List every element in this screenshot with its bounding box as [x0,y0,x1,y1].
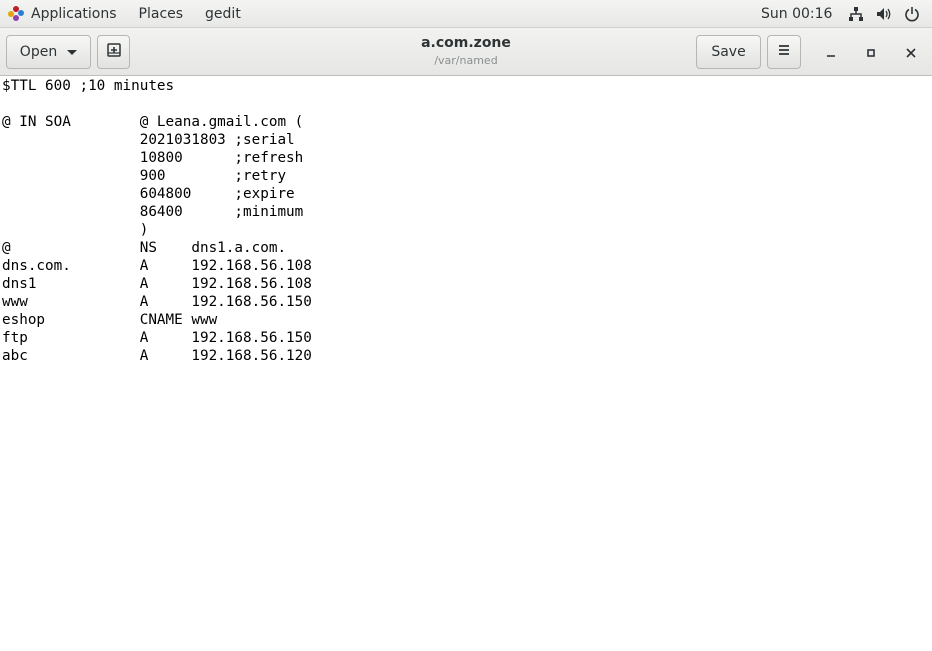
document-title: a.com.zone [421,35,511,51]
places-menu[interactable]: Places [128,0,195,28]
clock[interactable]: Sun 00:16 [761,0,832,28]
editor-line: 2021031803 ;serial [2,132,295,148]
gnome-foot-icon [8,5,24,22]
open-button[interactable]: Open [6,35,91,69]
editor-line: 900 ;retry [2,168,287,184]
editor-line: 604800 ;expire [2,186,295,202]
editor-line: ftp A 192.168.56.150 [2,330,312,346]
power-icon [898,0,926,28]
editor-line: www A 192.168.56.150 [2,294,312,310]
applications-menu[interactable]: Applications [0,0,128,28]
editor-line: @ IN SOA @ Leana.gmail.com ( [2,114,304,130]
editor-line: 86400 ;minimum [2,204,304,220]
places-label: Places [138,5,184,22]
close-icon [906,43,916,62]
hamburger-menu-button[interactable] [767,35,801,69]
top-panel: Applications Places gedit Sun 00:16 [0,0,932,28]
applications-label: Applications [31,5,117,22]
app-menu-label: gedit [205,5,241,22]
maximize-icon [866,43,876,62]
document-title-block: a.com.zone /var/named [366,35,566,67]
editor-line: @ NS dns1.a.com. [2,240,287,256]
chevron-down-icon [67,44,78,60]
new-tab-icon [106,42,122,62]
maximize-button[interactable] [859,41,883,63]
open-button-label: Open [19,44,58,60]
editor-line: $TTL 600 ;10 minutes [2,78,175,94]
clock-label: Sun 00:16 [761,6,833,22]
minimize-button[interactable] [819,41,843,63]
editor-line: dns.com. A 192.168.56.108 [2,258,312,274]
close-button[interactable] [899,41,923,63]
save-button[interactable]: Save [696,35,761,69]
system-tray[interactable] [842,0,932,28]
header-bar: Open a.com.zone /var/named Save [0,28,932,76]
editor-line: ) [2,222,149,238]
editor-line: 10800 ;refresh [2,150,304,166]
save-button-label: Save [711,44,746,60]
network-icon [842,0,870,28]
editor-line: eshop CNAME www [2,312,218,328]
app-menu[interactable]: gedit [194,0,252,28]
hamburger-icon [778,44,790,60]
volume-icon [870,0,898,28]
minimize-icon [826,43,836,62]
new-document-button[interactable] [97,35,130,69]
editor-line: abc A 192.168.56.120 [2,348,312,364]
text-editor[interactable]: $TTL 600 ;10 minutes @ IN SOA @ Leana.gm… [0,77,932,651]
editor-line: dns1 A 192.168.56.108 [2,276,312,292]
document-path: /var/named [434,54,498,67]
